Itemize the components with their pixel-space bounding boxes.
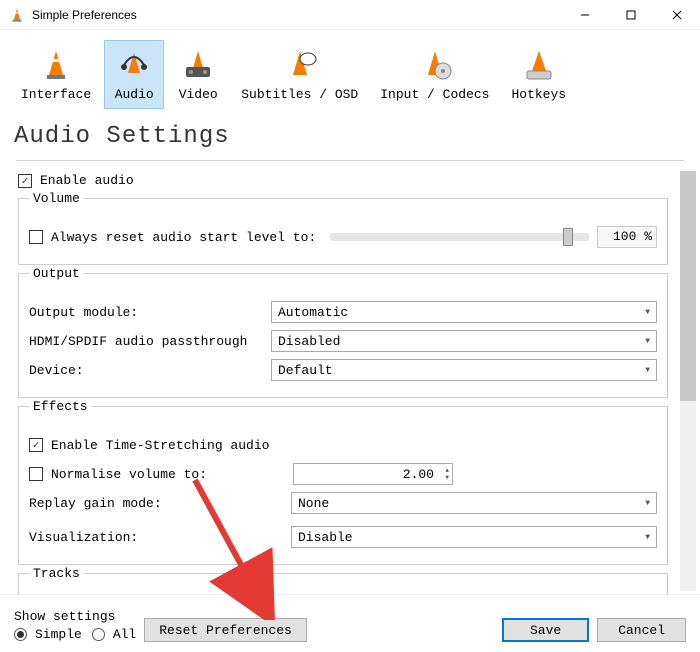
tab-video[interactable]: Video [168,40,228,109]
save-button[interactable]: Save [502,618,589,642]
cancel-label: Cancel [618,623,665,638]
window-controls [562,0,700,30]
cone-icon [38,47,74,83]
visualization-value: Disable [298,530,353,545]
radio-simple-label: Simple [35,627,82,642]
tab-label: Video [179,87,218,102]
show-settings-group: Show settings Simple All [14,609,136,642]
visualization-label: Visualization: [29,530,271,545]
titlebar: Simple Preferences [0,0,700,30]
normalise-checkbox[interactable] [29,467,43,481]
disc-cone-icon [417,47,453,83]
volume-legend: Volume [29,191,84,206]
maximize-button[interactable] [608,0,654,30]
tracks-group: Tracks Preferred audio language: [18,573,668,595]
tab-hotkeys[interactable]: Hotkeys [502,40,575,109]
always-reset-checkbox[interactable] [29,230,43,244]
effects-group: Effects ✓ Enable Time-Stretching audio N… [18,406,668,565]
volume-group: Volume Always reset audio start level to… [18,198,668,265]
output-legend: Output [29,266,84,281]
effects-legend: Effects [29,399,92,414]
timestretch-label: Enable Time-Stretching audio [51,438,269,453]
reset-label: Reset Preferences [159,623,292,638]
slider-thumb[interactable] [563,228,573,246]
start-level-value: 100 % [597,226,657,248]
settings-panel: ✓ Enable audio Volume Always reset audio… [0,167,700,595]
replay-gain-select[interactable]: None [291,492,657,514]
divider [16,160,684,161]
close-button[interactable] [654,0,700,30]
keyboard-cone-icon [521,47,557,83]
device-label: Device: [29,363,271,378]
save-label: Save [530,623,561,638]
page-title: Audio Settings [0,115,700,156]
passthrough-select[interactable]: Disabled [271,330,657,352]
film-cone-icon [180,47,216,83]
start-level-slider[interactable] [330,233,589,241]
app-icon [8,6,26,24]
enable-audio-label: Enable audio [40,173,134,188]
tab-label: Input / Codecs [380,87,489,102]
timestretch-checkbox[interactable]: ✓ [29,438,43,452]
output-group: Output Output module: Automatic HDMI/SPD… [18,273,668,398]
normalise-label: Normalise volume to: [51,467,271,482]
headphones-cone-icon [116,47,152,83]
window-title: Simple Preferences [32,8,562,22]
tab-label: Audio [115,87,154,102]
tab-audio[interactable]: Audio [104,40,164,109]
visualization-select[interactable]: Disable [291,526,657,548]
replay-gain-value: None [298,496,329,511]
scrollbar[interactable] [680,171,696,591]
normalise-spin[interactable]: 2.00 [293,463,453,485]
tab-label: Hotkeys [511,87,566,102]
radio-all[interactable] [92,628,105,641]
always-reset-label: Always reset audio start level to: [51,230,316,245]
replay-gain-label: Replay gain mode: [29,496,271,511]
tab-subtitles[interactable]: Subtitles / OSD [232,40,367,109]
scroll-thumb[interactable] [680,171,696,401]
passthrough-label: HDMI/SPDIF audio passthrough [29,334,271,349]
tab-interface[interactable]: Interface [12,40,100,109]
footer-bar: Show settings Simple All Reset Preferenc… [0,594,700,652]
reset-preferences-button[interactable]: Reset Preferences [144,618,307,642]
category-tabs: Interface Audio Video Subtitles / OSD In… [0,30,700,115]
speech-cone-icon [282,47,318,83]
cancel-button[interactable]: Cancel [597,618,686,642]
tab-label: Subtitles / OSD [241,87,358,102]
passthrough-value: Disabled [278,334,340,349]
tab-label: Interface [21,87,91,102]
minimize-button[interactable] [562,0,608,30]
output-module-label: Output module: [29,305,271,320]
device-select[interactable]: Default [271,359,657,381]
radio-simple[interactable] [14,628,27,641]
device-value: Default [278,363,333,378]
normalise-value: 2.00 [403,467,434,482]
radio-all-label: All [113,627,136,642]
show-settings-label: Show settings [14,609,136,624]
tab-input-codecs[interactable]: Input / Codecs [371,40,498,109]
output-module-select[interactable]: Automatic [271,301,657,323]
enable-audio-checkbox[interactable]: ✓ [18,174,32,188]
output-module-value: Automatic [278,305,348,320]
tracks-legend: Tracks [29,566,84,581]
